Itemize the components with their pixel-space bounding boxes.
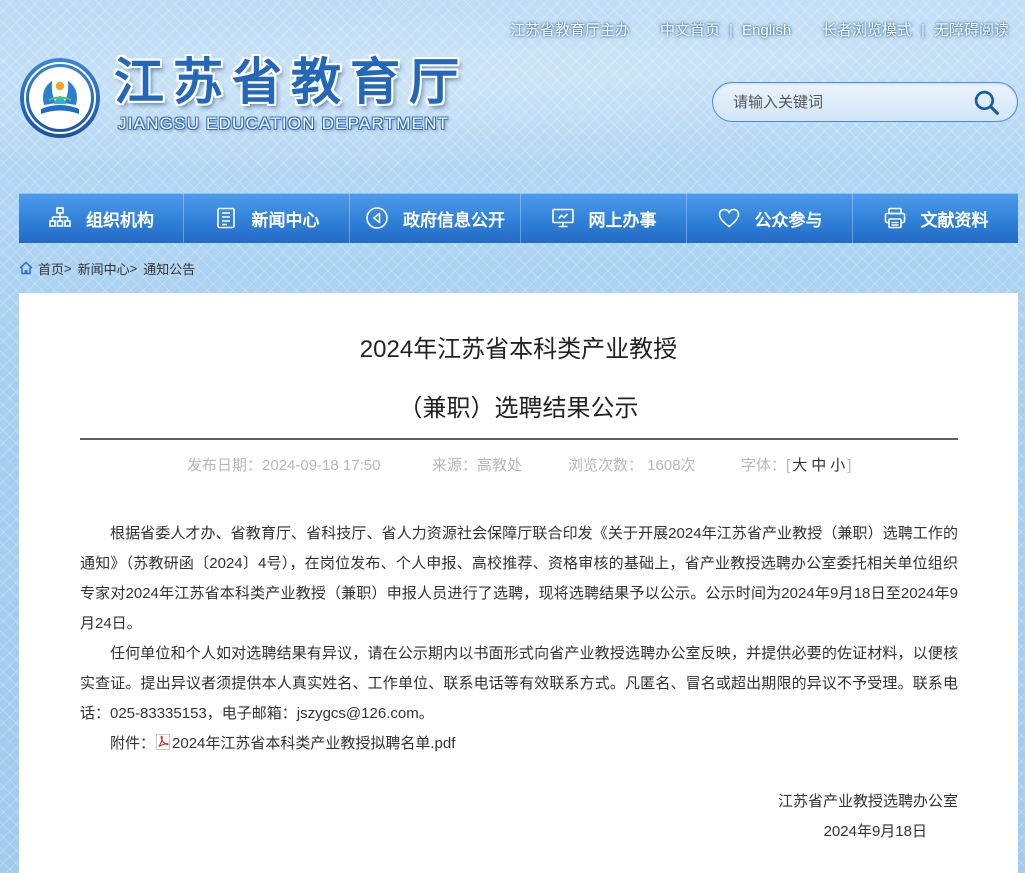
nav-item-label: 新闻中心 — [251, 210, 320, 230]
font-size-small-button[interactable]: 小 — [830, 457, 845, 474]
nav-item-label: 组织机构 — [86, 210, 154, 230]
info-disclosure-icon — [365, 206, 389, 230]
article-body: 根据省委人才办、省教育厅、省科技厅、省人力资源社会保障厅联合印发《关于开展202… — [80, 519, 958, 847]
article-panel: 2024年江苏省本科类产业教授 （兼职）选聘结果公示 发布日期：2024-09-… — [19, 293, 1018, 873]
breadcrumb-notices[interactable]: 通知公告 — [143, 259, 195, 278]
nav-item-label: 文献资料 — [920, 210, 989, 230]
breadcrumb-separator: > — [64, 260, 72, 276]
pdf-file-icon — [155, 734, 171, 750]
nav-item-online-services[interactable]: 网上办事 — [521, 193, 687, 243]
article-paragraph: 任何单位和个人如对选聘结果有异议，请在公示期内以书面形式向省产业教授选聘办公室反… — [80, 645, 958, 722]
elder-mode-link[interactable]: 长者浏览模式 — [822, 22, 912, 40]
font-size-large-button[interactable]: 大 — [792, 457, 807, 474]
search-box — [712, 82, 1018, 122]
source-value: 高教处 — [477, 457, 523, 474]
top-link-separator: | — [921, 22, 925, 39]
view-count-value: 1608次 — [647, 457, 696, 474]
home-icon — [19, 261, 33, 275]
breadcrumb-home[interactable]: 首页 — [38, 259, 64, 278]
org-chart-icon — [48, 206, 72, 230]
view-count: 浏览次数： 1608次 — [568, 457, 696, 475]
nav-item-organization[interactable]: 组织机构 — [19, 193, 184, 243]
attachment-link[interactable]: 2024年江苏省本科类产业教授拟聘名单.pdf — [172, 735, 455, 752]
font-size-switcher: 字体：[大中小] — [741, 457, 851, 475]
article-title-line-1: 2024年江苏省本科类产业教授 — [359, 336, 678, 363]
monitor-icon — [551, 206, 575, 230]
article-source: 来源：高教处 — [432, 457, 522, 475]
nav-item-label: 公众参与 — [754, 210, 823, 230]
nav-item-public-participation[interactable]: 公众参与 — [687, 193, 853, 243]
site-title: 江苏省教育厅 — [114, 54, 468, 110]
accessible-reading-link[interactable]: 无障碍阅读 — [934, 22, 1009, 40]
heart-icon — [717, 206, 741, 230]
breadcrumb: 首页 > 新闻中心 > 通知公告 — [19, 259, 195, 277]
article-paragraph: 根据省委人才办、省教育厅、省科技厅、省人力资源社会保障厅联合印发《关于开展202… — [80, 525, 958, 632]
font-size-bracket-close: ] — [847, 457, 852, 474]
attachment-label: 附件： — [110, 735, 156, 752]
breadcrumb-separator: > — [129, 260, 138, 276]
document-stack-icon — [883, 206, 907, 230]
publish-date-value: 2024-09-18 17:50 — [262, 457, 381, 474]
font-size-medium-button[interactable]: 中 — [811, 457, 826, 474]
publish-date: 发布日期：2024-09-18 17:50 — [187, 457, 380, 475]
news-document-icon — [214, 206, 238, 230]
breadcrumb-news-center[interactable]: 新闻中心 — [78, 259, 130, 278]
top-link-separator: | — [729, 22, 733, 39]
attachment-line: 附件： 2024年江苏省本科类产业教授拟聘名单.pdf — [80, 729, 958, 759]
signature-organization: 江苏省产业教授选聘办公室 — [777, 793, 958, 810]
nav-item-label: 政府信息公开 — [403, 210, 505, 230]
english-link[interactable]: English — [742, 22, 791, 40]
main-nav: 组织机构 新闻中心 政府信息公开 网上办事 公众参与 文献资料 — [19, 193, 1018, 243]
article-title-line-2: （兼职）选聘结果公示 — [398, 395, 639, 422]
nav-item-documents[interactable]: 文献资料 — [853, 193, 1018, 243]
title-divider — [80, 438, 958, 440]
search-input[interactable] — [733, 83, 969, 121]
site-subtitle: JIANGSU EDUCATION DEPARTMENT — [118, 114, 450, 133]
chinese-home-link[interactable]: 中文首页 — [660, 22, 720, 40]
nav-item-info-disclosure[interactable]: 政府信息公开 — [350, 193, 521, 243]
nav-item-label: 网上办事 — [588, 210, 657, 230]
font-size-label: 字体： — [741, 457, 787, 474]
sponsor-link[interactable]: 江苏省教育厅主办 — [510, 22, 630, 40]
search-icon[interactable] — [973, 89, 1000, 116]
publish-date-label: 发布日期： — [187, 457, 263, 474]
font-size-bracket-open: [ — [786, 457, 791, 474]
nav-item-news-center[interactable]: 新闻中心 — [184, 193, 350, 243]
view-count-label: 浏览次数： — [568, 457, 644, 474]
jiangsu-education-emblem-icon[interactable] — [19, 57, 101, 139]
source-label: 来源： — [432, 457, 478, 474]
signature-date: 2024年9月18日 — [823, 823, 927, 840]
